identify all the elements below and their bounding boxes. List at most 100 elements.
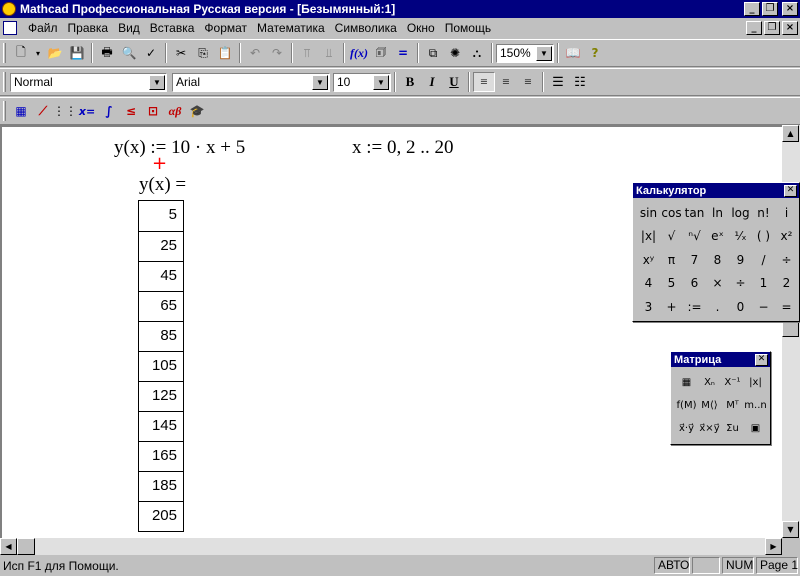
- doc-close-button[interactable]: ×: [782, 21, 798, 35]
- menu-edit[interactable]: Правка: [63, 21, 114, 35]
- calculator-key[interactable]: eˣ: [706, 225, 729, 249]
- range-definition[interactable]: x := 0, 2 .. 20: [352, 137, 454, 159]
- new-dropdown-icon[interactable]: ▾: [32, 42, 44, 64]
- calculate-icon[interactable]: =: [392, 42, 414, 64]
- calculator-key[interactable]: ( ): [752, 225, 775, 249]
- matrix-key[interactable]: x⃗·y⃗: [675, 417, 698, 440]
- doc-restore-button[interactable]: ❐: [764, 21, 780, 35]
- calculator-key[interactable]: 5: [660, 272, 683, 296]
- symbolic-palette-icon[interactable]: 🎓: [186, 100, 208, 122]
- menu-symbolics[interactable]: Символика: [330, 21, 402, 35]
- matrix-key[interactable]: Xₙ: [698, 371, 721, 394]
- calculator-key[interactable]: 3: [637, 295, 660, 319]
- matrix-key[interactable]: M⟨⟩: [698, 394, 721, 417]
- function-definition[interactable]: y(x) := 10 · x + 5: [114, 137, 245, 159]
- calculator-key[interactable]: 4: [637, 272, 660, 296]
- underline-button[interactable]: U: [443, 72, 465, 92]
- insert-unit-icon[interactable]: 🗊: [370, 42, 392, 64]
- calculator-palette-title-bar[interactable]: Калькулятор ✕: [633, 183, 799, 198]
- align-left-icon[interactable]: ≡: [473, 72, 495, 92]
- calculator-key[interactable]: ÷: [775, 248, 798, 272]
- close-button[interactable]: ×: [782, 2, 798, 16]
- calculator-key[interactable]: π: [660, 248, 683, 272]
- matrix-palette-title-bar[interactable]: Матрица ✕: [671, 352, 770, 367]
- align-center-icon[interactable]: ≡: [495, 72, 517, 92]
- calculator-key[interactable]: .: [706, 295, 729, 319]
- matrix-palette[interactable]: Матрица ✕ ▦ Xₙ X⁻¹ |x| f(M) M⟨⟩ Mᵀ m..n x⃗·y⃗ x⃗×…: [670, 351, 771, 445]
- calculator-key[interactable]: 2: [775, 272, 798, 296]
- open-folder-icon[interactable]: 📂: [44, 42, 66, 64]
- programming-palette-icon[interactable]: ⊡: [142, 100, 164, 122]
- evaluation-expression[interactable]: y(x) =: [139, 174, 186, 196]
- resource-icon[interactable]: ✺: [444, 42, 466, 64]
- new-document-icon[interactable]: 🗋: [10, 42, 32, 64]
- menu-view[interactable]: Вид: [113, 21, 145, 35]
- boolean-palette-icon[interactable]: ≤: [120, 100, 142, 122]
- resource-center-icon[interactable]: 📖: [562, 42, 584, 64]
- calculator-key[interactable]: tan: [683, 201, 706, 225]
- scroll-down-arrow-icon[interactable]: ▼: [782, 521, 799, 538]
- calculator-key[interactable]: :=: [683, 295, 706, 319]
- minimize-button[interactable]: _: [744, 2, 760, 16]
- scroll-right-arrow-icon[interactable]: ▶: [765, 538, 782, 555]
- spell-check-icon[interactable]: ✓: [140, 42, 162, 64]
- align-down-icon[interactable]: ⫫: [318, 42, 340, 64]
- menu-format[interactable]: Формат: [199, 21, 252, 35]
- align-across-icon[interactable]: ⫪: [296, 42, 318, 64]
- numbered-list-icon[interactable]: ☷: [569, 72, 591, 92]
- document-icon[interactable]: [3, 21, 17, 35]
- restore-button[interactable]: ❐: [762, 2, 778, 16]
- calculator-key[interactable]: ×: [706, 272, 729, 296]
- matrix-palette-icon[interactable]: ⋮⋮: [53, 100, 77, 122]
- menu-window[interactable]: Окно: [402, 21, 440, 35]
- style-select[interactable]: Normal ▼: [10, 72, 167, 92]
- matrix-key[interactable]: X⁻¹: [721, 371, 744, 394]
- copy-icon[interactable]: ⎘: [192, 42, 214, 64]
- align-right-icon[interactable]: ≡: [517, 72, 539, 92]
- calculator-key[interactable]: 1: [752, 272, 775, 296]
- close-icon[interactable]: ✕: [755, 353, 768, 366]
- graph-palette-icon[interactable]: ⟋: [32, 100, 54, 122]
- hierarchy-icon[interactable]: ⛬: [466, 42, 488, 64]
- matrix-key[interactable]: x⃗×y⃗: [698, 417, 721, 440]
- italic-button[interactable]: I: [421, 72, 443, 92]
- toolbar-grip[interactable]: [3, 101, 6, 121]
- calculator-key[interactable]: cos: [660, 201, 683, 225]
- print-icon[interactable]: 🖶: [96, 42, 118, 64]
- menu-help[interactable]: Помощь: [440, 21, 496, 35]
- bullet-list-icon[interactable]: ☰: [547, 72, 569, 92]
- matrix-key[interactable]: Σu: [721, 417, 744, 440]
- calculator-palette-icon[interactable]: ▦: [10, 100, 32, 122]
- calculator-key[interactable]: =: [775, 295, 798, 319]
- chevron-down-icon[interactable]: ▼: [312, 74, 328, 90]
- redo-icon[interactable]: ↷: [266, 42, 288, 64]
- chevron-down-icon[interactable]: ▼: [373, 74, 389, 90]
- cut-icon[interactable]: ✂: [170, 42, 192, 64]
- calculator-key[interactable]: 9: [729, 248, 752, 272]
- calculator-key[interactable]: 6: [683, 272, 706, 296]
- matrix-key[interactable]: f(M): [675, 394, 698, 417]
- insert-function-icon[interactable]: f(x): [348, 42, 370, 64]
- scroll-left-arrow-icon[interactable]: ◀: [0, 538, 17, 555]
- matrix-key[interactable]: |x|: [744, 371, 767, 394]
- zoom-select[interactable]: 150% ▼: [496, 43, 554, 63]
- matrix-key[interactable]: ▦: [675, 371, 698, 394]
- close-icon[interactable]: ✕: [784, 184, 797, 197]
- print-preview-icon[interactable]: 🔍: [118, 42, 140, 64]
- chevron-down-icon[interactable]: ▼: [536, 45, 552, 61]
- greek-palette-icon[interactable]: αβ: [164, 100, 186, 122]
- doc-minimize-button[interactable]: _: [746, 21, 762, 35]
- calculator-key[interactable]: 0: [729, 295, 752, 319]
- horizontal-scroll-thumb[interactable]: [17, 538, 35, 555]
- component-icon[interactable]: ⧉: [422, 42, 444, 64]
- calculator-key[interactable]: ÷: [729, 272, 752, 296]
- horizontal-scrollbar[interactable]: ◀ ▶: [0, 538, 782, 555]
- calculator-key[interactable]: sin: [637, 201, 660, 225]
- calculator-palette[interactable]: Калькулятор ✕ sin cos tan ln log n! i |x| √ ⁿ√ eˣ ¹…: [632, 182, 800, 322]
- calculator-key[interactable]: 8: [706, 248, 729, 272]
- calculator-key[interactable]: |x|: [637, 225, 660, 249]
- matrix-key[interactable]: ▣: [744, 417, 767, 440]
- chevron-down-icon[interactable]: ▼: [149, 74, 165, 90]
- result-table[interactable]: 5 25 45 65 85 105 125 145 165 185 205: [138, 200, 184, 532]
- menu-file[interactable]: Файл: [23, 21, 63, 35]
